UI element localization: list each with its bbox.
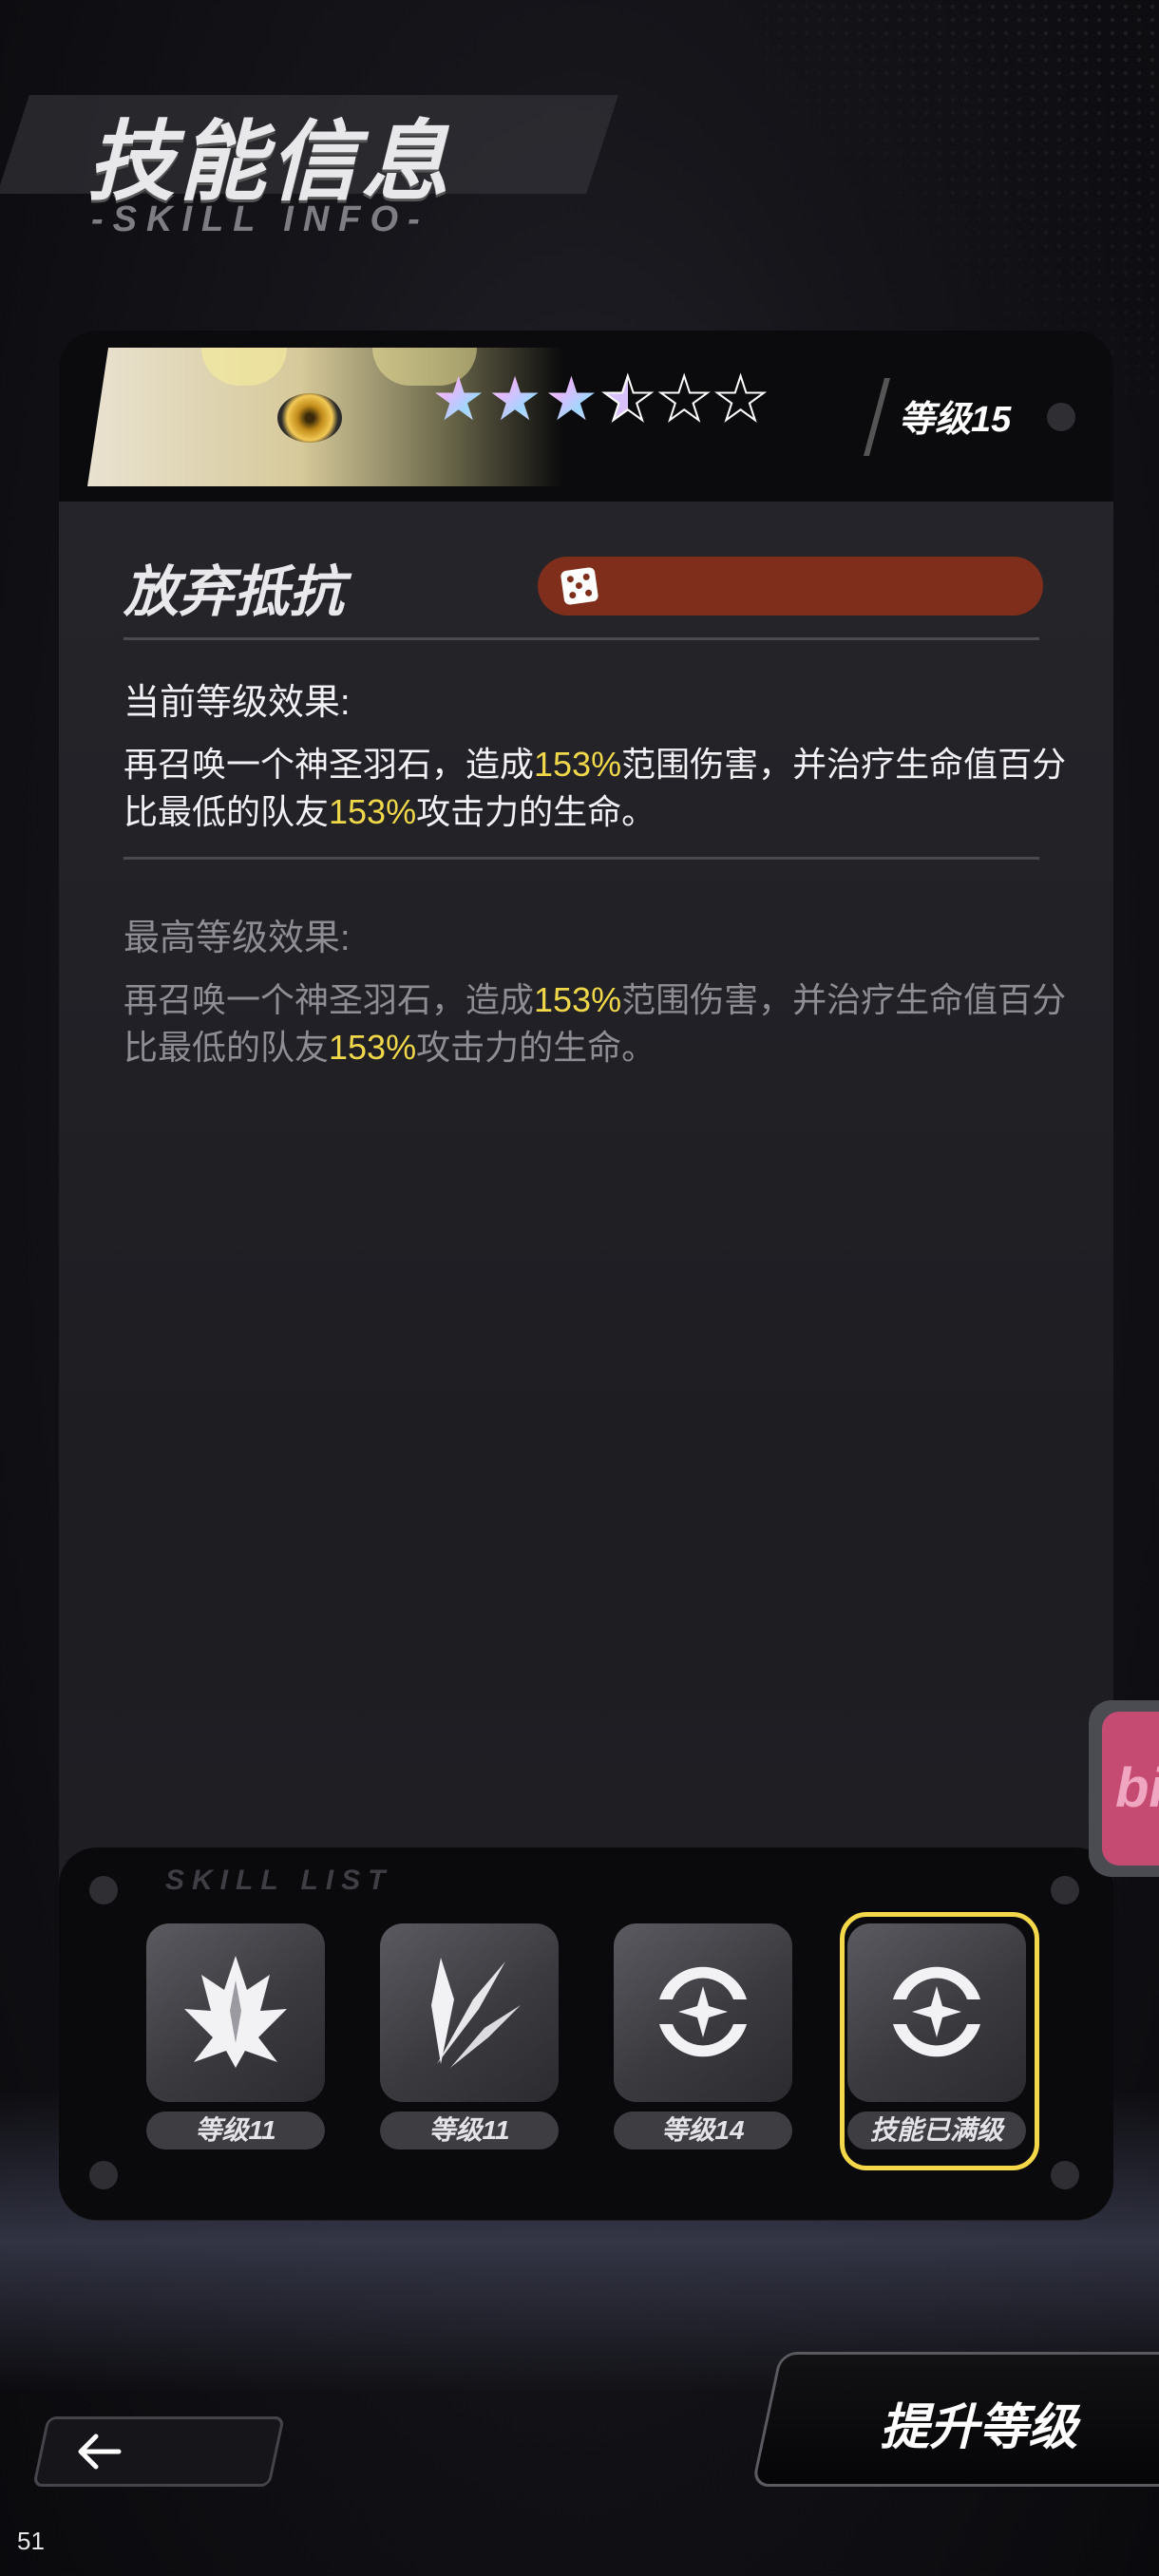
current-effect-text: 再召唤一个神圣羽石，造成153%范围伤害，并治疗生命值百分比最低的队友153%攻…	[124, 745, 1067, 831]
divider	[124, 857, 1039, 860]
skill-slot-2[interactable]: 等级11	[380, 1923, 559, 2150]
page-subtitle: -SKILL INFO-	[91, 199, 429, 239]
star-icon: ★	[487, 365, 542, 433]
rivet-dot	[1051, 1876, 1079, 1904]
rivet-dot	[1051, 2161, 1079, 2189]
empty-star-icon: ★	[656, 365, 712, 433]
upgrade-level-label: 提升等级	[880, 2400, 1078, 2455]
card-header: ★ ★ ★ ★ ★ ★ 等级15	[59, 331, 1113, 502]
skill-slot-1[interactable]: 等级11	[146, 1923, 325, 2150]
skill-slot-level: 等级14	[614, 2112, 792, 2150]
dice-icon	[560, 566, 599, 606]
star-icon: ★	[431, 365, 486, 433]
skill-slot-level: 等级11	[146, 2112, 325, 2150]
skill-slot-4[interactable]: 技能已满级	[840, 1912, 1039, 2170]
skill-tag-bar	[538, 557, 1043, 616]
arrow-left-icon	[78, 2434, 122, 2470]
star-icon: ★	[543, 365, 599, 433]
skill-level: 等级15	[899, 400, 1012, 440]
current-effect-label: 当前等级效果:	[124, 683, 351, 723]
orbit-star-icon	[847, 1923, 1026, 2102]
back-button[interactable]	[32, 2416, 285, 2487]
skill-slot-level: 等级11	[380, 2112, 559, 2150]
claw-icon	[380, 1923, 559, 2102]
skill-list-panel: SKILL LIST 等级11 等级11 等级14 技能已满级	[59, 1847, 1113, 2220]
side-tab[interactable]: bi	[1089, 1700, 1159, 1877]
side-tab-label: bi	[1102, 1712, 1159, 1866]
star-rating: ★ ★ ★ ★ ★ ★	[431, 365, 769, 433]
max-effect-text: 再召唤一个神圣羽石，造成153%范围伤害，并治疗生命值百分比最低的队友153%攻…	[124, 980, 1067, 1067]
skill-slot-3[interactable]: 等级14	[614, 1923, 792, 2150]
rivet-dot	[89, 2161, 118, 2189]
empty-star-icon: ★	[712, 365, 769, 433]
crown-icon	[146, 1923, 325, 2102]
skill-list-title: SKILL LIST	[165, 1865, 393, 1896]
orbit-star-icon	[614, 1923, 792, 2102]
rivet-dot	[1047, 403, 1075, 431]
half-star-icon: ★	[599, 365, 656, 433]
max-effect-label: 最高等级效果:	[124, 919, 351, 958]
upgrade-level-button[interactable]: 提升等级	[750, 2352, 1159, 2487]
skill-slot-level: 技能已满级	[847, 2112, 1026, 2150]
skill-name: 放弃抵抗	[124, 561, 345, 623]
divider	[124, 637, 1039, 640]
divider	[864, 378, 890, 456]
page-number: 51	[17, 2527, 45, 2555]
rivet-dot	[89, 1876, 118, 1904]
